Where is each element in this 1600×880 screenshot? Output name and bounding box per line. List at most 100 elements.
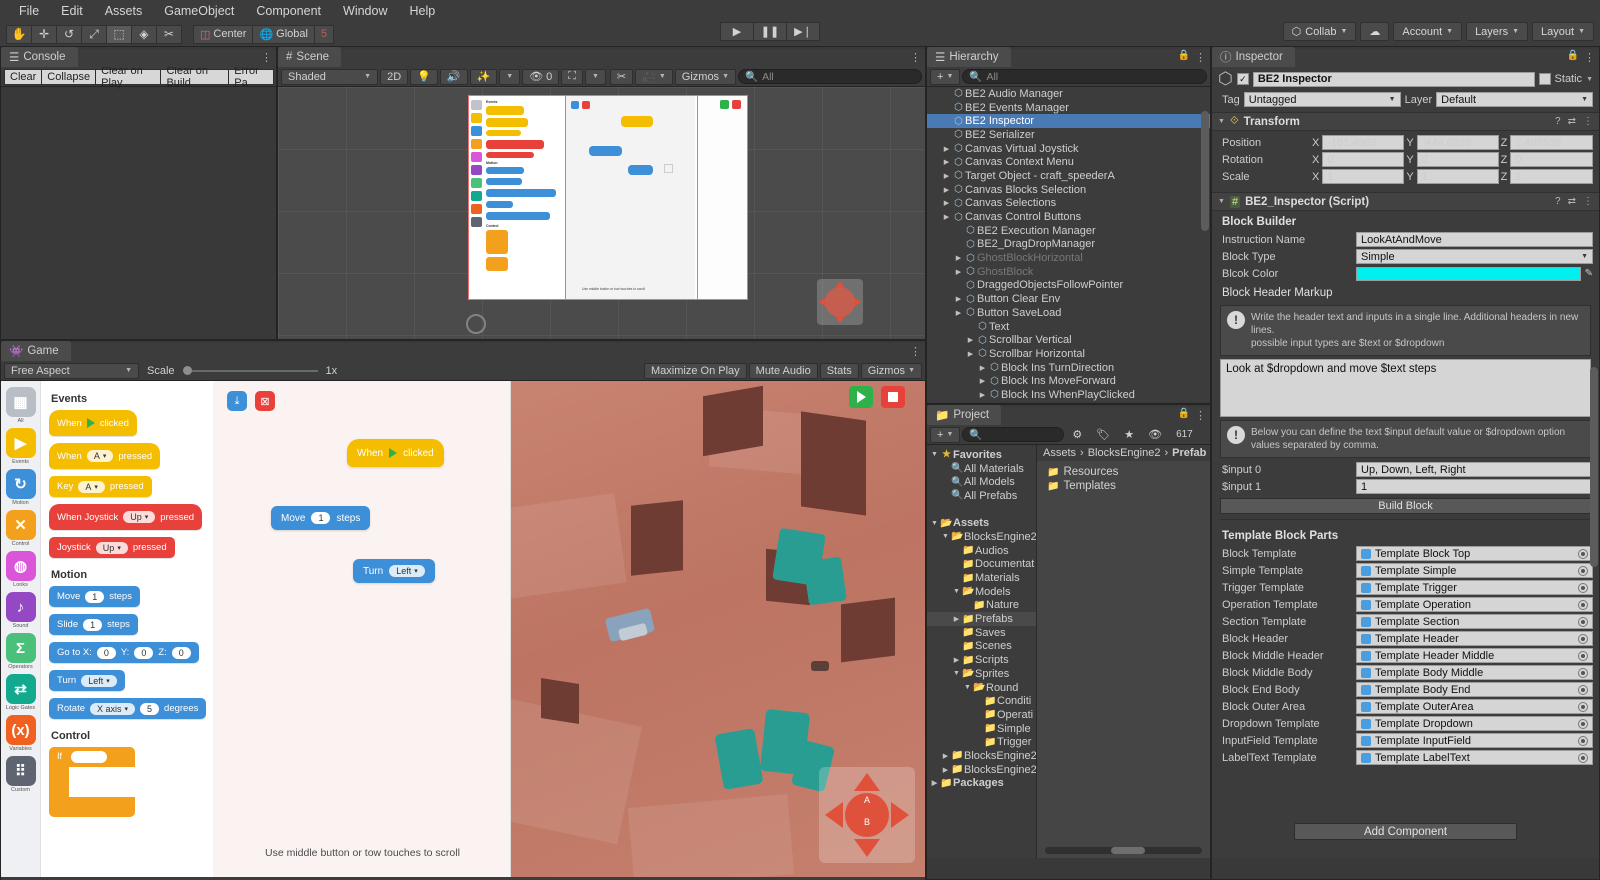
- chevron-right-icon[interactable]: ▶: [953, 254, 964, 262]
- shading-mode-dropdown[interactable]: Shaded ▼: [281, 69, 378, 85]
- clear-button[interactable]: Clear: [4, 69, 42, 85]
- hierarchy-item-be2-serializer[interactable]: ⬡BE2 Serializer: [927, 128, 1210, 142]
- project-folder-blocksengine2[interactable]: ▶📁BlocksEngine2: [927, 763, 1036, 777]
- block-dropdown[interactable]: Left▾: [81, 675, 117, 687]
- fx-toggle-icon[interactable]: ✨: [470, 69, 498, 85]
- chevron-right-icon[interactable]: ▶: [941, 172, 952, 180]
- instruction-name-input[interactable]: LookAtAndMove: [1356, 232, 1593, 247]
- object-picker-icon[interactable]: [1578, 685, 1588, 695]
- project-folder-documentat[interactable]: 📁Documentat: [927, 558, 1036, 572]
- chevron-right-icon[interactable]: ▶: [977, 377, 988, 385]
- block-dropdown[interactable]: X axis▾: [90, 703, 135, 715]
- block-number-input[interactable]: 5: [140, 703, 159, 715]
- panel-menu-icon[interactable]: ⋮: [1195, 51, 1205, 64]
- hierarchy-scrollbar[interactable]: [1201, 111, 1209, 231]
- block-number-input[interactable]: 0: [172, 647, 191, 659]
- project-folder-materials[interactable]: 📁Materials: [927, 571, 1036, 585]
- palette-block[interactable]: KeyA▾pressed: [49, 476, 152, 497]
- hierarchy-item-canvas-context-menu[interactable]: ▶⬡Canvas Context Menu: [927, 155, 1210, 169]
- menu-file[interactable]: File: [8, 2, 50, 20]
- menu-edit[interactable]: Edit: [50, 2, 94, 20]
- chevron-right-icon[interactable]: ▶: [953, 268, 964, 276]
- console-log-area[interactable]: [1, 87, 276, 339]
- hierarchy-create-button[interactable]: + ▼: [930, 69, 960, 85]
- project-folder-saves[interactable]: 📁Saves: [927, 626, 1036, 640]
- chevron-right-icon[interactable]: ▶: [977, 364, 988, 372]
- joystick-right-icon[interactable]: [891, 802, 909, 828]
- chevron-right-icon[interactable]: ▶: [941, 186, 952, 194]
- scale-tool-icon[interactable]: ⤢: [81, 25, 107, 44]
- project-folder-all-materials[interactable]: 🔍All Materials: [927, 462, 1036, 476]
- virtual-joystick[interactable]: A B: [819, 767, 915, 863]
- tab-scene[interactable]: # Scene: [278, 47, 341, 67]
- block-category-all[interactable]: ▦All: [6, 387, 36, 427]
- block-workspace[interactable]: ⤓ ⊠ WhenclickedMove1stepsTurnLeft▾ Use m…: [213, 381, 511, 877]
- hand-tool-icon[interactable]: ✋: [6, 25, 32, 44]
- joystick-button-b[interactable]: B: [864, 817, 870, 827]
- palette-block[interactable]: RotateX axis▾5degrees: [49, 698, 206, 719]
- hierarchy-item-canvas-control-buttons[interactable]: ▶⬡Canvas Control Buttons: [927, 210, 1210, 224]
- eyedropper-icon[interactable]: ✎: [1585, 268, 1593, 279]
- help-icon[interactable]: ?: [1555, 196, 1561, 207]
- block-number-input[interactable]: 0: [97, 647, 116, 659]
- palette-block[interactable]: TurnLeft▾: [49, 670, 125, 691]
- template-section-template-object-field[interactable]: Template Section: [1356, 614, 1593, 629]
- tab-hierarchy[interactable]: ☰ Hierarchy: [927, 47, 1011, 67]
- joystick-left-icon[interactable]: [825, 802, 843, 828]
- hierarchy-item-block-ins-whenplayclicked[interactable]: ▶⬡Block Ins WhenPlayClicked: [927, 388, 1210, 402]
- preset-icon[interactable]: ⇄: [1568, 196, 1576, 207]
- lock-icon[interactable]: 🔒: [1178, 408, 1190, 419]
- save-load-button[interactable]: ⤓: [227, 391, 247, 411]
- input-0-value-field[interactable]: Up, Down, Left, Right: [1356, 462, 1593, 477]
- template-block-header-object-field[interactable]: Template Header: [1356, 631, 1593, 646]
- tag-dropdown[interactable]: Untagged ▼: [1244, 92, 1401, 107]
- template-trigger-template-object-field[interactable]: Template Trigger: [1356, 580, 1593, 595]
- transform-tool-icon[interactable]: ◈: [131, 25, 157, 44]
- hierarchy-item-be2-events-manager[interactable]: ⬡BE2 Events Manager: [927, 101, 1210, 115]
- project-folder-all-prefabs[interactable]: 🔍All Prefabs: [927, 489, 1036, 503]
- markup-textarea[interactable]: Look at $dropdown and move $text steps: [1220, 359, 1591, 417]
- panel-menu-icon[interactable]: ⋮: [1195, 409, 1205, 422]
- game-gizmos-dropdown[interactable]: Gizmos ▼: [861, 363, 922, 379]
- project-folder-prefabs[interactable]: ▶📁Prefabs: [927, 612, 1036, 626]
- tab-game[interactable]: 👾 Game: [1, 341, 71, 361]
- template-block-template-object-field[interactable]: Template Block Top: [1356, 546, 1593, 561]
- joystick-down-icon[interactable]: [854, 839, 880, 857]
- hierarchy-item-scrollbar-vertical[interactable]: ▶⬡Scrollbar Vertical: [927, 333, 1210, 347]
- step-button[interactable]: ▶❘: [786, 22, 820, 41]
- project-folder-assets[interactable]: ▼📂Assets: [927, 516, 1036, 530]
- hierarchy-item-text[interactable]: ⬡Text: [927, 320, 1210, 334]
- project-folder-scripts[interactable]: ▶📁Scripts: [927, 653, 1036, 667]
- scene-visibility-icon[interactable]: ⛶: [561, 69, 583, 85]
- chevron-down-icon[interactable]: ▼: [951, 670, 962, 677]
- hierarchy-item-ghostblock[interactable]: ▶⬡GhostBlock: [927, 265, 1210, 279]
- chevron-right-icon[interactable]: ▶: [953, 309, 964, 317]
- clear-on-build-button[interactable]: Clear on Build: [160, 69, 229, 85]
- pause-button[interactable]: ❚❚: [753, 22, 787, 41]
- project-folder-trigger[interactable]: 📁Trigger: [927, 735, 1036, 749]
- panel-menu-icon[interactable]: ⋮: [261, 51, 271, 64]
- chevron-right-icon[interactable]: ▶: [941, 213, 952, 221]
- palette-block[interactable]: Whenclicked: [49, 410, 137, 436]
- project-folder-conditi[interactable]: 📁Conditi: [927, 694, 1036, 708]
- palette-block[interactable]: Slide1steps: [49, 614, 138, 635]
- palette-block[interactable]: Move1steps: [49, 586, 140, 607]
- hierarchy-item-canvas-virtual-joystick[interactable]: ▶⬡Canvas Virtual Joystick: [927, 142, 1210, 156]
- move-tool-icon[interactable]: ✛: [31, 25, 57, 44]
- project-search-input[interactable]: 🔍: [962, 427, 1064, 442]
- menu-component[interactable]: Component: [245, 2, 332, 20]
- maximize-on-play-button[interactable]: Maximize On Play: [644, 363, 747, 379]
- project-folder-round[interactable]: ▼📂Round: [927, 681, 1036, 695]
- object-picker-icon[interactable]: [1578, 736, 1588, 746]
- chevron-right-icon[interactable]: ▶: [965, 350, 976, 358]
- lock-icon[interactable]: 🔒: [1178, 50, 1190, 61]
- chevron-down-icon[interactable]: ▼: [1218, 198, 1225, 205]
- transform-position-y-input[interactable]: -444.0229: [1417, 135, 1499, 150]
- lock-icon[interactable]: 🔒: [1567, 50, 1579, 61]
- palette-block[interactable]: When JoystickUp▾pressed: [49, 504, 202, 530]
- project-folder-tree[interactable]: ▼★Favorites🔍All Materials🔍All Models🔍All…: [927, 445, 1037, 858]
- joystick-up-icon[interactable]: [854, 773, 880, 791]
- layers-count-button[interactable]: 5: [314, 25, 334, 44]
- account-button[interactable]: Account ▼: [1393, 22, 1462, 41]
- project-folder-scenes[interactable]: 📁Scenes: [927, 640, 1036, 654]
